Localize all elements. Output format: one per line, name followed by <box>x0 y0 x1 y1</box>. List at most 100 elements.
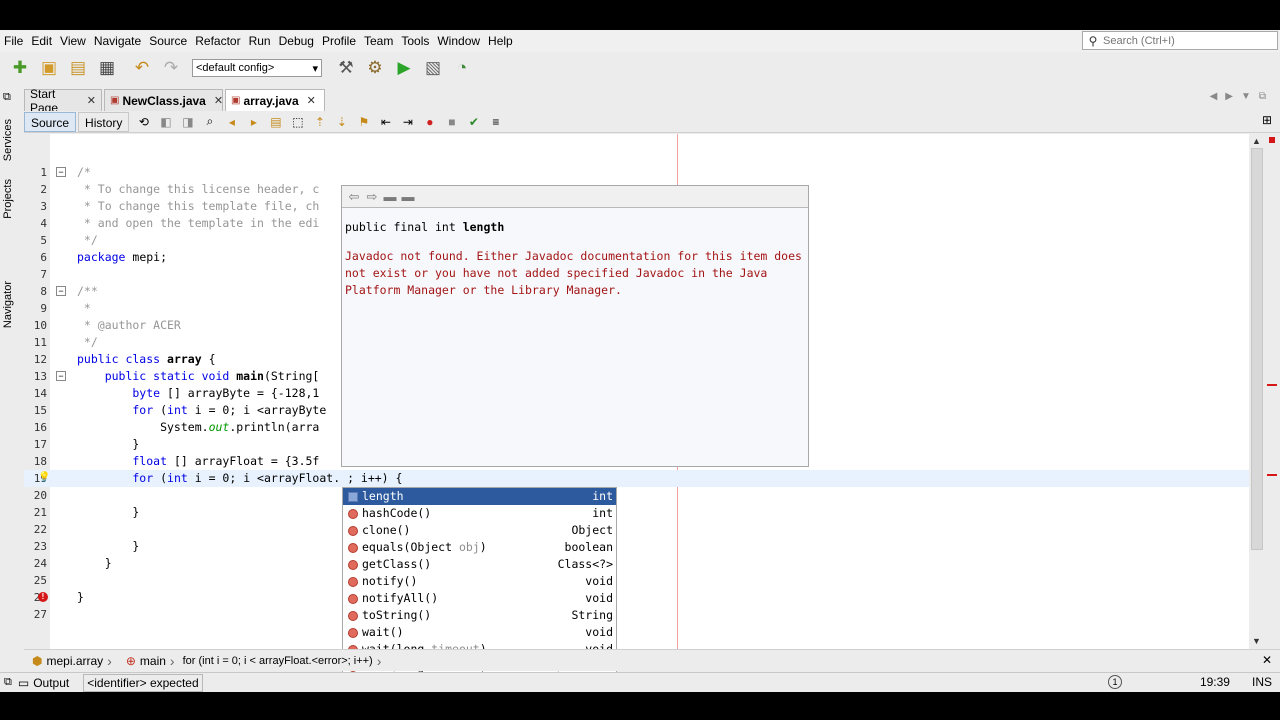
menu-file[interactable]: File <box>0 30 27 52</box>
code-line[interactable]: 20 <box>24 487 1249 504</box>
find-previous-icon[interactable]: ◂ <box>222 112 241 131</box>
config-select[interactable]: <default config> ▾ <box>192 59 322 77</box>
search-input[interactable] <box>1103 34 1273 47</box>
build-icon[interactable]: ⚒ <box>334 56 358 80</box>
tab-newclass-java[interactable]: ▣ NewClass.java ✕ <box>104 89 223 111</box>
close-icon[interactable]: ✕ <box>1262 653 1272 667</box>
code-line[interactable]: 22 <box>24 521 1249 538</box>
code-line[interactable]: 26} <box>24 589 1249 606</box>
toggle-bookmark-icon[interactable]: ⚑ <box>354 112 373 131</box>
menu-edit[interactable]: Edit <box>27 30 56 52</box>
menu-tools[interactable]: Tools <box>397 30 433 52</box>
tab-start-page[interactable]: Start Page ✕ <box>24 87 102 115</box>
menu-refactor[interactable]: Refactor <box>191 30 244 52</box>
completion-item[interactable]: notifyAll() void <box>343 590 616 607</box>
fold-toggle-icon[interactable]: − <box>56 371 66 381</box>
start-macro-icon[interactable]: ● <box>420 112 439 131</box>
vertical-scrollbar[interactable]: ▲ ▼ <box>1249 134 1265 649</box>
toggle-rect-select-icon[interactable]: ⬚ <box>288 112 307 131</box>
breadcrumb-method[interactable]: ⊕ main <box>126 654 166 668</box>
menu-profile[interactable]: Profile <box>318 30 360 52</box>
code-line[interactable]: 19 for (int i = 0; i <arrayFloat. ; i++)… <box>24 470 1249 487</box>
profile-icon[interactable]: ◔ <box>450 56 474 80</box>
scroll-thumb[interactable] <box>1251 148 1263 550</box>
error-mark[interactable] <box>1267 384 1277 386</box>
menu-debug[interactable]: Debug <box>275 30 318 52</box>
close-icon[interactable]: ✕ <box>307 94 316 107</box>
back-icon[interactable]: ◧ <box>156 112 175 131</box>
tab-array-java[interactable]: ▣ array.java ✕ <box>225 89 325 111</box>
error-icon[interactable]: ! <box>38 592 48 602</box>
error-mark[interactable] <box>1267 474 1277 476</box>
completion-item[interactable]: clone() Object <box>343 522 616 539</box>
breadcrumb-statement[interactable]: for (int i = 0; i < arrayFloat.<error>; … <box>183 655 373 667</box>
menu-view[interactable]: View <box>56 30 90 52</box>
code-completion-list[interactable]: length int hashCode() int clone() Object equal… <box>342 487 617 674</box>
open-browser-icon[interactable]: ▬ <box>399 189 417 205</box>
menu-run[interactable]: Run <box>245 30 275 52</box>
code-line[interactable]: 24 } <box>24 555 1249 572</box>
menu-source[interactable]: Source <box>145 30 191 52</box>
previous-bookmark-icon[interactable]: ⇡ <box>310 112 329 131</box>
completion-item[interactable]: hashCode() int <box>343 505 616 522</box>
find-icon[interactable]: ⌕ <box>200 112 219 131</box>
scroll-up-icon[interactable]: ▲ <box>1252 136 1261 146</box>
hint-bulb-icon[interactable]: 💡 <box>38 472 50 483</box>
code-line[interactable]: 27 <box>24 606 1249 623</box>
debug-icon[interactable]: ▧ <box>421 56 445 80</box>
completion-item[interactable]: wait() void <box>343 624 616 641</box>
notifications-icon[interactable]: 1 <box>1107 675 1122 689</box>
sidebar-navigator[interactable]: Navigator <box>2 281 14 328</box>
menu-team[interactable]: Team <box>360 30 397 52</box>
minimize-icon[interactable]: ⧉ <box>3 91 11 104</box>
completion-item[interactable]: length int <box>343 488 616 505</box>
shift-left-icon[interactable]: ⇤ <box>376 112 395 131</box>
next-bookmark-icon[interactable]: ⇣ <box>332 112 351 131</box>
menu-help[interactable]: Help <box>484 30 517 52</box>
code-line[interactable]: 23 } <box>24 538 1249 555</box>
completion-item[interactable]: getClass() Class<?> <box>343 556 616 573</box>
save-all-icon[interactable]: ▦ <box>95 56 119 80</box>
fold-toggle-icon[interactable]: − <box>56 286 66 296</box>
code-line[interactable]: 25 <box>24 572 1249 589</box>
split-editor-icon[interactable]: ⊞ <box>1262 113 1272 127</box>
scroll-down-icon[interactable]: ▼ <box>1252 636 1261 646</box>
redo-icon[interactable]: ↷ <box>159 56 183 80</box>
fold-toggle-icon[interactable]: − <box>56 167 66 177</box>
completion-item[interactable]: toString() String <box>343 607 616 624</box>
last-edit-icon[interactable]: ⟲ <box>134 112 153 131</box>
search-box[interactable]: ⚲ <box>1082 31 1278 50</box>
completion-item[interactable]: equals(Object obj) boolean <box>343 539 616 556</box>
toggle-highlight-icon[interactable]: ▤ <box>266 112 285 131</box>
completion-item[interactable]: notify() void <box>343 573 616 590</box>
run-icon[interactable]: ▶ <box>392 56 416 80</box>
code-line[interactable]: 1 /* <box>24 164 1249 181</box>
forward-icon[interactable]: ◨ <box>178 112 197 131</box>
breadcrumb-package[interactable]: ⬢ mepi.array <box>32 654 103 668</box>
restore-icon[interactable]: ⧉ <box>4 676 12 689</box>
sidebar-projects[interactable]: Projects <box>2 179 14 219</box>
new-project-icon[interactable]: ▣ <box>37 56 61 80</box>
find-next-icon[interactable]: ▸ <box>244 112 263 131</box>
tab-source[interactable]: Source <box>24 111 77 132</box>
code-line[interactable]: 21 } <box>24 504 1249 521</box>
tab-history[interactable]: History <box>78 111 130 132</box>
new-file-icon[interactable]: ✚ <box>8 56 32 80</box>
close-icon[interactable]: ✕ <box>214 94 223 107</box>
forward-arrow-icon[interactable]: ⇨ <box>363 189 381 205</box>
back-arrow-icon[interactable]: ⇦ <box>345 189 363 205</box>
stop-macro-icon[interactable]: ■ <box>442 112 461 131</box>
undo-icon[interactable]: ↶ <box>130 56 154 80</box>
output-button[interactable]: ▭ Output <box>18 676 69 690</box>
error-stripe[interactable] <box>1265 134 1280 649</box>
menu-navigate[interactable]: Navigate <box>90 30 145 52</box>
check-syntax-icon[interactable]: ✔ <box>464 112 483 131</box>
sidebar-services[interactable]: Services <box>2 119 14 161</box>
open-source-icon[interactable]: ▬ <box>381 189 399 205</box>
shift-right-icon[interactable]: ⇥ <box>398 112 417 131</box>
tab-scroll-controls[interactable]: ◀▶▼⧉ <box>1210 91 1274 102</box>
open-project-icon[interactable]: ▤ <box>66 56 90 80</box>
clean-build-icon[interactable]: ⚙ <box>363 56 387 80</box>
close-icon[interactable]: ✕ <box>87 94 96 107</box>
menu-window[interactable]: Window <box>433 30 484 52</box>
